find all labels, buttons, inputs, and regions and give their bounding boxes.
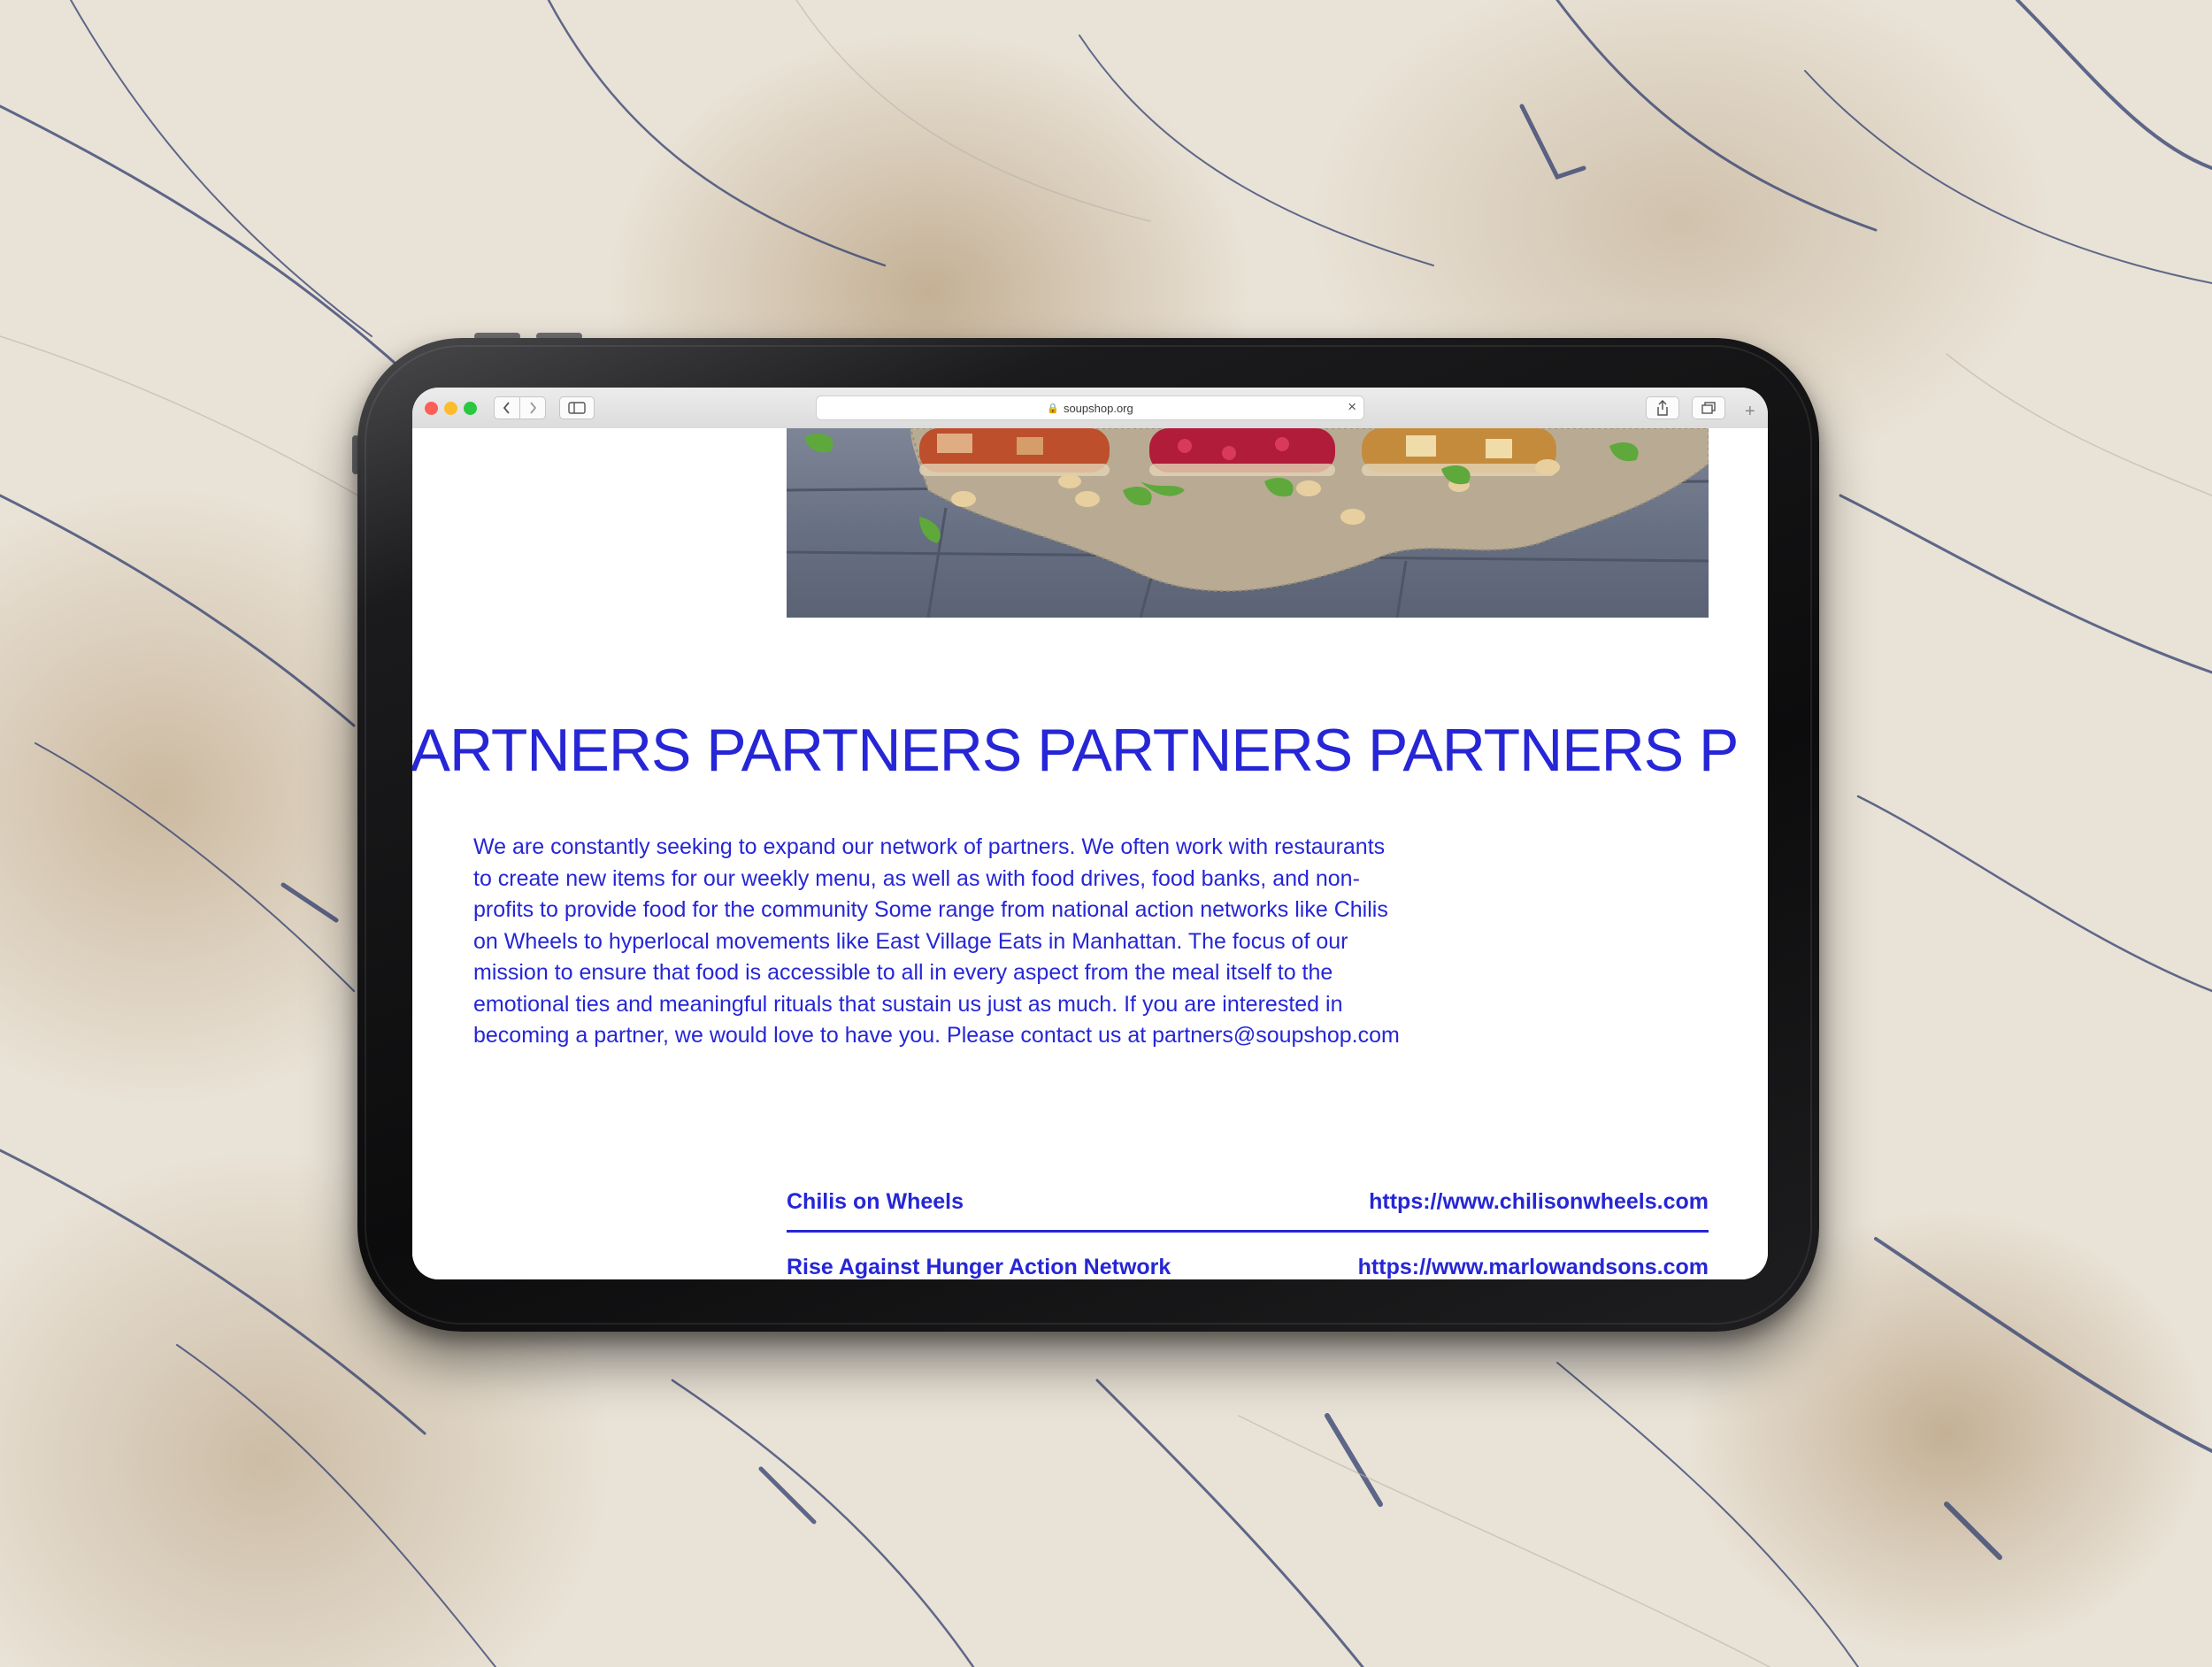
- share-button[interactable]: [1646, 396, 1679, 419]
- partners-intro-text: We are constantly seeking to expand our …: [473, 834, 1400, 1048]
- web-page: RS PARTNERS PARTNERS PARTNERS PARTNERS P…: [412, 428, 1768, 1279]
- browser-toolbar: 🔒 soupshop.org × +: [412, 388, 1768, 429]
- sidebar-button[interactable]: [559, 396, 595, 419]
- close-window-button[interactable]: [425, 402, 438, 415]
- url-text: soupshop.org: [1063, 401, 1133, 415]
- partner-url-link[interactable]: https://www.chilisonwheels.com: [1369, 1189, 1709, 1215]
- partner-name: Rise Against Hunger Action Network: [787, 1255, 1171, 1279]
- close-icon[interactable]: ×: [1348, 398, 1356, 416]
- browser-window: 🔒 soupshop.org × + RS PARTNERS PARTNERS …: [412, 388, 1768, 1279]
- forward-button[interactable]: [519, 396, 546, 419]
- partner-name: Chilis on Wheels: [787, 1189, 964, 1214]
- tab-overview-button[interactable]: [1692, 396, 1725, 419]
- chevron-left-icon: [503, 402, 510, 414]
- partner-row[interactable]: Chilis on Wheels https://www.chilisonwhe…: [787, 1189, 1709, 1233]
- partner-url-link[interactable]: https://www.marlowandsons.com: [1358, 1255, 1709, 1279]
- zoom-window-button[interactable]: [464, 402, 477, 415]
- lock-icon: 🔒: [1047, 403, 1059, 414]
- chevron-right-icon: [530, 402, 537, 414]
- back-button[interactable]: [494, 396, 520, 419]
- sidebar-icon: [568, 402, 586, 414]
- plus-icon[interactable]: +: [1745, 402, 1755, 422]
- soup-jars-photo: [787, 428, 1709, 618]
- tabs-icon: [1701, 402, 1716, 414]
- address-bar[interactable]: 🔒 soupshop.org ×: [816, 396, 1364, 420]
- share-icon: [1657, 400, 1668, 416]
- partners-marquee-heading: RS PARTNERS PARTNERS PARTNERS PARTNERS P: [412, 717, 1739, 784]
- minimize-window-button[interactable]: [444, 402, 457, 415]
